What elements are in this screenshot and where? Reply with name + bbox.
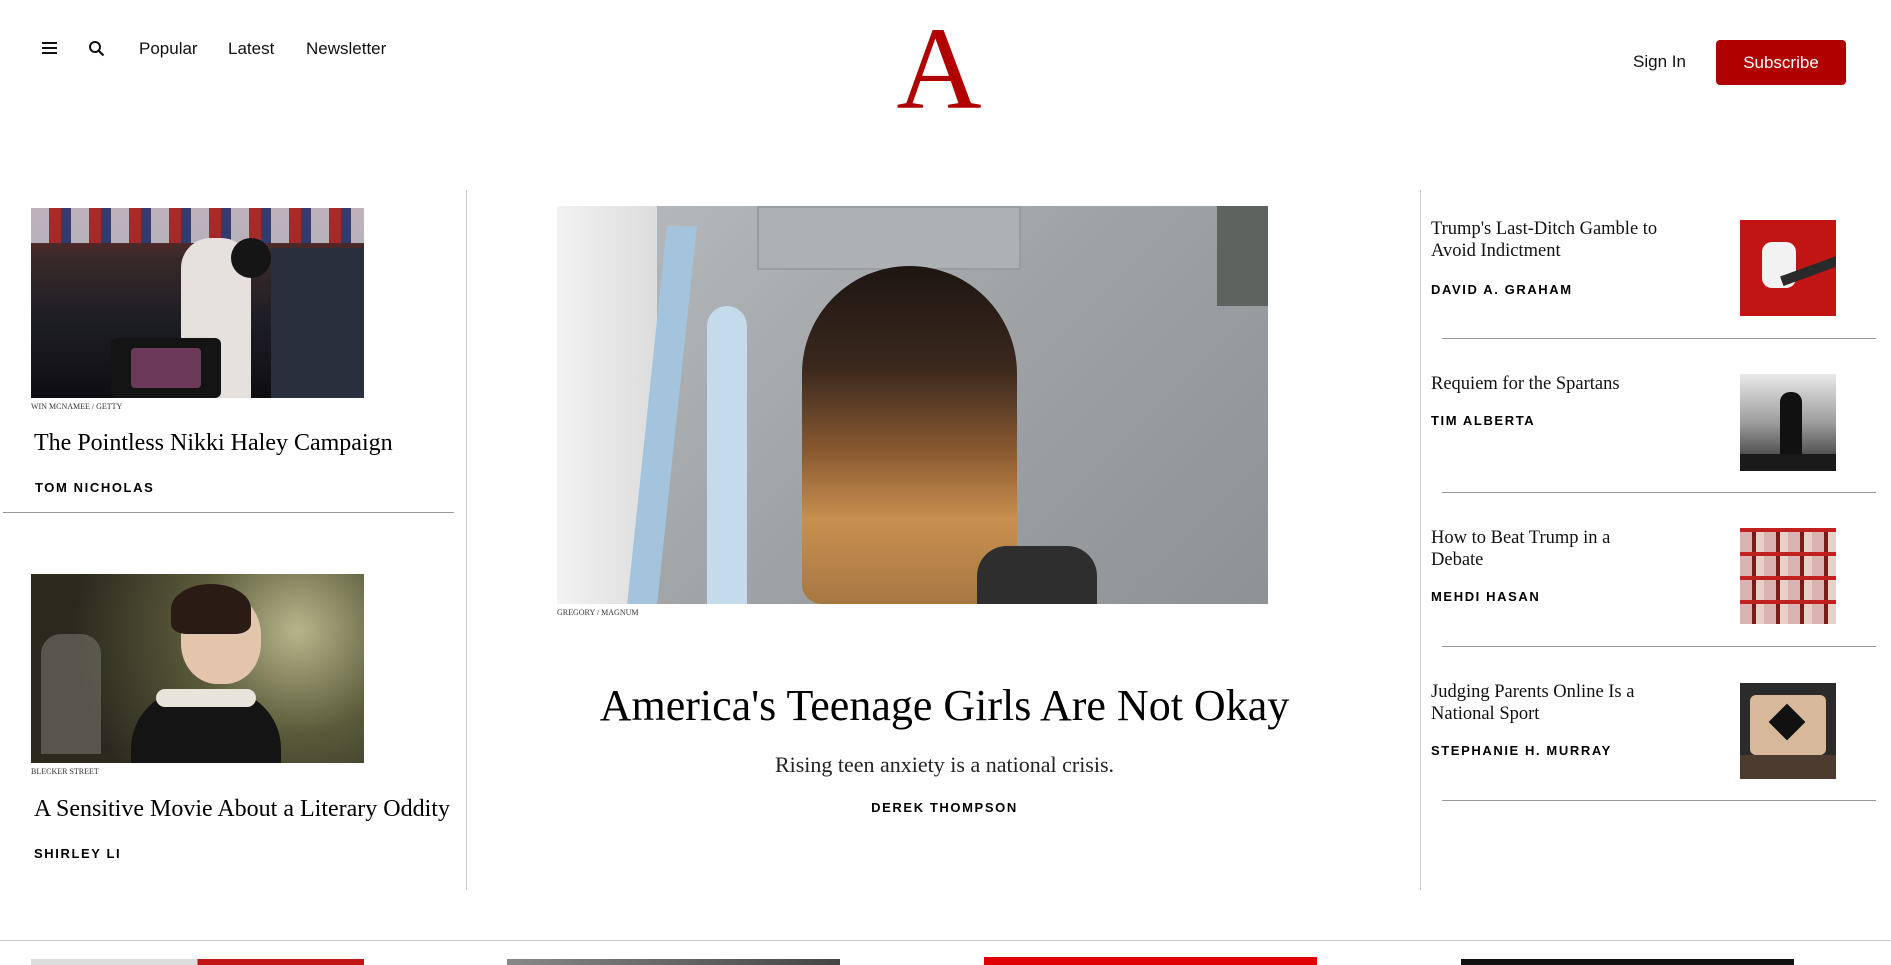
feature-image-teen-girl[interactable] [557,206,1268,604]
story-thumbnail[interactable] [507,959,840,965]
photo-credit: WIN MCNAMEE / GETTY [31,402,123,411]
story-title[interactable]: Requiem for the Spartans [1431,373,1691,395]
story-author[interactable]: TOM NICHOLAS [35,480,154,495]
feature-title[interactable]: America's Teenage Girls Are Not Okay [557,680,1332,731]
story-author[interactable]: DAVID A. GRAHAM [1431,282,1573,297]
feature-dek: Rising teen anxiety is a national crisis… [774,752,1115,777]
right-story-separator [1442,646,1876,647]
subscribe-button[interactable]: Subscribe [1716,40,1846,85]
story-title[interactable]: A Sensitive Movie About a Literary Oddit… [34,796,450,823]
photo-credit: GREGORY / MAGNUM [557,608,639,617]
story-title[interactable]: How to Beat Trump in a Debate [1431,527,1641,571]
story-title[interactable]: Trump's Last-Ditch Gamble to Avoid Indic… [1431,218,1661,262]
right-story-separator [1442,800,1876,801]
left-story-separator [3,512,454,513]
story-author[interactable]: STEPHANIE H. MURRAY [1431,743,1612,758]
nav-newsletter[interactable]: Newsletter [306,39,386,59]
story-thumbnail[interactable] [1461,959,1794,965]
nav-latest[interactable]: Latest [228,39,274,59]
story-title[interactable]: Judging Parents Online Is a National Spo… [1431,681,1661,725]
nav-popular[interactable]: Popular [139,39,198,59]
story-author[interactable]: SHIRLEY LI [34,846,121,861]
story-image-haley-rally[interactable] [31,208,364,398]
story-thumbnail[interactable] [1740,683,1836,779]
story-thumbnail[interactable] [1740,528,1836,624]
story-thumbnail[interactable] [1740,220,1836,316]
story-author[interactable]: TIM ALBERTA [1431,413,1535,428]
feature-author[interactable]: DEREK THOMPSON [557,800,1332,815]
story-image-movie-still[interactable] [31,574,364,763]
photo-credit: BLECKER STREET [31,767,99,776]
story-author[interactable]: MEHDI HASAN [1431,589,1540,604]
column-divider-left [466,190,467,890]
right-story-separator [1442,338,1876,339]
search-icon[interactable] [88,40,105,57]
story-thumbnail[interactable] [31,959,364,965]
right-story-separator [1442,492,1876,493]
story-title[interactable]: The Pointless Nikki Haley Campaign [34,430,393,457]
story-thumbnail[interactable] [984,957,1317,965]
story-thumbnail[interactable] [1740,374,1836,471]
sign-in-link[interactable]: Sign In [1633,52,1686,72]
section-divider [0,940,1891,941]
site-logo[interactable]: A [884,10,994,128]
column-divider-right [1420,190,1421,890]
menu-icon[interactable] [42,42,57,54]
